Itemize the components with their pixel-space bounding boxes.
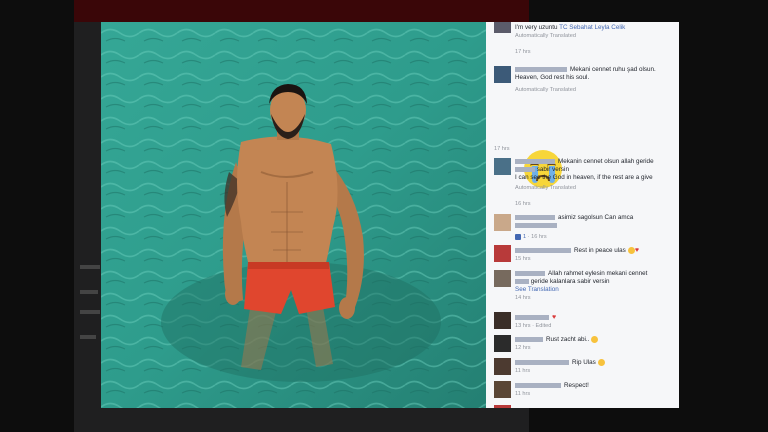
photo-theater: I'm very uzuntu TC Sebahat Leyla Celik A… [101,22,679,408]
commenter-name[interactable] [515,314,549,320]
comment-time[interactable]: 11 hrs [515,390,673,398]
comments-panel[interactable]: I'm very uzuntu TC Sebahat Leyla Celik A… [486,22,679,408]
auto-translated-label: Automatically Translated [515,87,576,93]
background-page-sidebar [74,250,102,432]
comment-time[interactable]: 17 hrs [515,49,531,55]
commenter-name[interactable] [515,66,567,72]
comment-text: Mekani cennet ruhu şad olsun. [570,66,656,73]
avatar[interactable] [494,22,511,33]
photo-viewer[interactable] [101,22,486,408]
avatar[interactable] [494,66,511,83]
comment-time[interactable]: 17 hrs [494,146,510,152]
smile-emoji [597,359,605,366]
background-page-header [74,0,529,22]
comment-text: Rip Ulas [572,359,596,367]
comment-text-cont: sabir versin [536,166,569,173]
commenter-name[interactable] [515,158,555,164]
comment-time[interactable]: 13 hrs [515,323,531,329]
avatar[interactable] [494,270,511,287]
avatar[interactable] [494,158,511,175]
auto-translated-label: Automatically Translated [515,33,576,39]
commenter-name[interactable] [515,382,561,388]
smile-emoji [591,336,599,343]
comment-text: Respect! [564,382,589,389]
avatar[interactable] [494,381,511,398]
like-count[interactable]: 1 [523,234,526,240]
smile-emoji [627,247,635,254]
commenter-name[interactable] [515,337,543,342]
avatar[interactable] [494,335,511,352]
avatar[interactable] [494,214,511,231]
comment-text: Rust zacht abi.. [546,336,590,344]
avatar[interactable] [494,405,511,408]
heart-icon: ♥ [552,314,557,321]
commenter-name[interactable] [515,214,555,220]
commenter-name[interactable] [515,360,569,365]
heart-icon: ♥ [634,247,639,255]
comment-text: Rest in peace ulas [574,247,626,255]
auto-translated-label: Automatically Translated [515,185,576,191]
comment-translation: I can see the God in heaven, if the rest… [515,174,653,181]
tagged-user-link[interactable]: TC Sebahat Leyla Celik [559,24,625,31]
comment-text: Mekanin cennet olsun allah geride [558,158,654,165]
edited-label[interactable]: Edited [536,323,552,329]
like-icon[interactable] [515,233,521,240]
comment-text: asimiz sagolsun Can amca [558,214,634,221]
photo-man-in-sea [101,22,486,408]
comment-time[interactable]: 14 hrs [515,294,673,302]
comment-time[interactable]: 12 hrs [515,344,673,352]
avatar[interactable] [494,358,511,375]
comment-text: Allah rahmet eylesin mekani cennet [548,270,648,277]
comment-time[interactable]: 16 hrs [515,201,531,207]
see-translation-link[interactable]: See Translation [515,286,673,294]
comment-translation: Heaven, God rest his soul. [515,74,590,81]
comment-time[interactable]: 15 hrs [515,255,673,263]
comment-text: I'm very uzuntu [515,24,558,31]
commenter-name[interactable] [515,270,545,276]
commenter-name[interactable] [515,248,571,253]
avatar[interactable] [494,245,511,262]
comment-time[interactable]: 11 hrs [515,367,673,375]
comment-text-cont: geride kalanlara sabir versin [530,278,610,285]
avatar[interactable] [494,312,511,329]
comment-time[interactable]: 16 hrs [531,234,547,240]
